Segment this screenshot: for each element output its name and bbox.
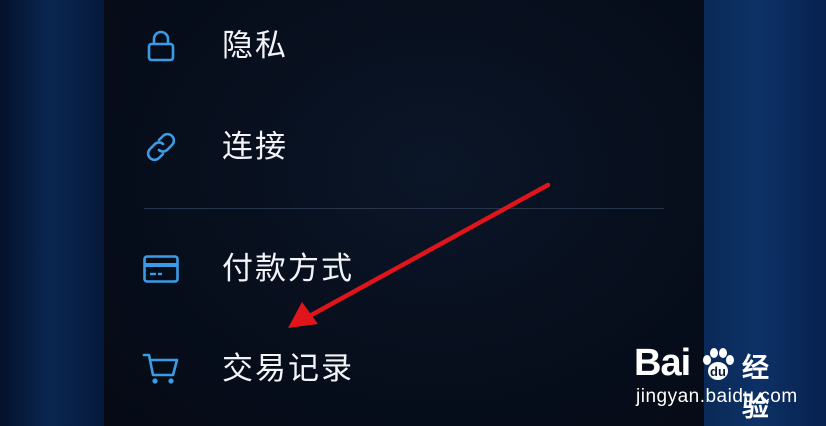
paw-icon: du xyxy=(703,348,734,380)
menu-item-label: 付款方式 xyxy=(222,251,354,287)
svg-text:du: du xyxy=(710,364,726,379)
menu-item-transaction-history[interactable]: 交易记录 xyxy=(104,329,704,409)
lock-icon xyxy=(142,27,180,65)
menu-item-label: 隐私 xyxy=(222,28,288,64)
menu-item-label: 交易记录 xyxy=(222,351,354,387)
baidu-jingyan-watermark: Bai du 经验 jingyan.baidu.com xyxy=(634,342,797,423)
watermark-product: 经验 xyxy=(742,353,769,423)
menu-item-privacy[interactable]: 隐私 xyxy=(104,6,704,86)
settings-menu-panel: 隐私 连接 付款方式 交易记录 xyxy=(104,0,704,426)
watermark-logo: Bai xyxy=(634,342,691,384)
cart-icon xyxy=(142,350,180,388)
credit-card-icon xyxy=(142,250,180,288)
watermark-url: jingyan.baidu.com xyxy=(636,386,798,407)
menu-item-payment-methods[interactable]: 付款方式 xyxy=(104,229,704,309)
menu-item-label: 连接 xyxy=(222,129,288,165)
link-icon xyxy=(142,128,180,166)
menu-divider xyxy=(144,208,664,209)
menu-item-connections[interactable]: 连接 xyxy=(104,107,704,187)
